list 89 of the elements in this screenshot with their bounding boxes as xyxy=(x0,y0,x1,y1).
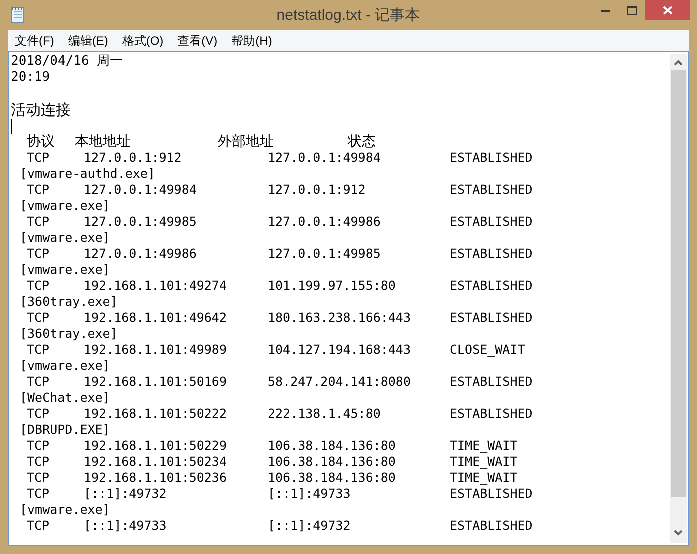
state-text: ESTABLISHED xyxy=(450,374,533,390)
protocol-text: TCP xyxy=(27,150,51,166)
protocol-text: TCP xyxy=(27,486,51,502)
local-address: 192.168.1.101:50236 xyxy=(84,470,228,486)
protocol-text: TCP xyxy=(27,278,51,294)
column-header: 状态 xyxy=(348,134,376,150)
local-address: 127.0.0.1:49986 xyxy=(84,246,198,262)
menu-item[interactable]: 文件(F) xyxy=(8,32,62,50)
text-cursor xyxy=(11,118,12,134)
process-name: [vmware.exe] xyxy=(20,230,110,246)
column-header: 协议 xyxy=(27,134,56,150)
close-icon[interactable] xyxy=(662,6,672,14)
scrollbar-thumb[interactable] xyxy=(671,70,686,497)
foreign-address: [::1]:49733 xyxy=(268,486,352,502)
local-address: [::1]:49732 xyxy=(84,486,168,502)
protocol-text: TCP xyxy=(27,310,51,326)
process-name: [vmware.exe] xyxy=(20,262,110,278)
local-address: 192.168.1.101:50169 xyxy=(84,374,228,390)
foreign-address: 127.0.0.1:49984 xyxy=(268,150,382,166)
scroll-up-icon[interactable] xyxy=(674,60,683,66)
state-text: ESTABLISHED xyxy=(450,486,533,502)
notepad-icon xyxy=(10,6,26,24)
local-address: 127.0.0.1:912 xyxy=(84,150,183,166)
process-name: [vmware.exe] xyxy=(20,358,110,374)
protocol-text: TCP xyxy=(27,374,51,390)
state-text: ESTABLISHED xyxy=(450,406,533,422)
local-address: 127.0.0.1:49984 xyxy=(84,182,198,198)
local-address: 192.168.1.101:50222 xyxy=(84,406,228,422)
protocol-text: TCP xyxy=(27,406,51,422)
local-address: [::1]:49733 xyxy=(84,518,168,534)
menu-item[interactable]: 格式(O) xyxy=(115,32,171,50)
menu-item[interactable]: 查看(V) xyxy=(170,32,225,50)
state-text: ESTABLISHED xyxy=(450,182,533,198)
state-text: ESTABLISHED xyxy=(450,246,533,262)
process-name: [360tray.exe] xyxy=(20,294,118,310)
protocol-text: TCP xyxy=(27,454,51,470)
foreign-address: [::1]:49732 xyxy=(268,518,352,534)
foreign-address: 127.0.0.1:49986 xyxy=(268,214,382,230)
foreign-address: 106.38.184.136:80 xyxy=(268,454,397,470)
state-text: ESTABLISHED xyxy=(450,518,533,534)
foreign-address: 222.138.1.45:80 xyxy=(268,406,382,422)
protocol-text: TCP xyxy=(27,518,51,534)
state-text: ESTABLISHED xyxy=(450,310,533,326)
foreign-address: 106.38.184.136:80 xyxy=(268,470,397,486)
state-text: ESTABLISHED xyxy=(450,278,533,294)
state-text: TIME_WAIT xyxy=(450,454,518,470)
vertical-scrollbar[interactable] xyxy=(670,54,687,543)
foreign-address: 104.127.194.168:443 xyxy=(268,342,412,358)
protocol-text: TCP xyxy=(27,182,51,198)
state-text: TIME_WAIT xyxy=(450,438,518,454)
state-text: ESTABLISHED xyxy=(450,150,533,166)
foreign-address: 58.247.204.141:8080 xyxy=(268,374,412,390)
date-text: 2018/04/16 周一 xyxy=(11,54,124,70)
process-name: [DBRUPD.EXE] xyxy=(20,422,110,438)
local-address: 192.168.1.101:49989 xyxy=(84,342,228,358)
maximize-icon[interactable] xyxy=(626,6,636,14)
column-header: 本地地址 xyxy=(75,134,132,150)
protocol-text: TCP xyxy=(27,438,51,454)
protocol-text: TCP xyxy=(27,342,51,358)
menu-item[interactable]: 编辑(E) xyxy=(61,32,116,50)
foreign-address: 127.0.0.1:49985 xyxy=(268,246,382,262)
foreign-address: 127.0.0.1:912 xyxy=(268,182,367,198)
process-name: [vmware.exe] xyxy=(20,198,110,214)
local-address: 192.168.1.101:49274 xyxy=(84,278,228,294)
local-address: 192.168.1.101:50229 xyxy=(84,438,228,454)
state-text: CLOSE_WAIT xyxy=(450,342,526,358)
foreign-address: 106.38.184.136:80 xyxy=(268,438,397,454)
local-address: 192.168.1.101:49642 xyxy=(84,310,228,326)
state-text: TIME_WAIT xyxy=(450,470,518,486)
foreign-address: 101.199.97.155:80 xyxy=(268,278,397,294)
process-name: [WeChat.exe] xyxy=(20,390,110,406)
process-name: [360tray.exe] xyxy=(20,326,118,342)
protocol-text: TCP xyxy=(27,246,51,262)
scroll-down-icon[interactable] xyxy=(674,530,683,536)
process-name: [vmware.exe] xyxy=(20,502,110,518)
protocol-text: TCP xyxy=(27,470,51,486)
local-address: 192.168.1.101:50234 xyxy=(84,454,228,470)
close-button[interactable] xyxy=(645,0,690,20)
protocol-text: TCP xyxy=(27,214,51,230)
column-header: 外部地址 xyxy=(218,134,275,150)
foreign-address: 180.163.238.166:443 xyxy=(268,310,412,326)
window-title: netstatlog.txt - 记事本 xyxy=(276,6,420,26)
local-address: 127.0.0.1:49985 xyxy=(84,214,198,230)
menu-item[interactable]: 帮助(H) xyxy=(224,32,280,50)
process-name: [vmware-authd.exe] xyxy=(20,166,156,182)
minimize-icon[interactable] xyxy=(600,8,610,12)
section-title: 活动连接 xyxy=(11,102,71,118)
state-text: ESTABLISHED xyxy=(450,214,533,230)
time-text: 20:19 xyxy=(11,70,50,86)
